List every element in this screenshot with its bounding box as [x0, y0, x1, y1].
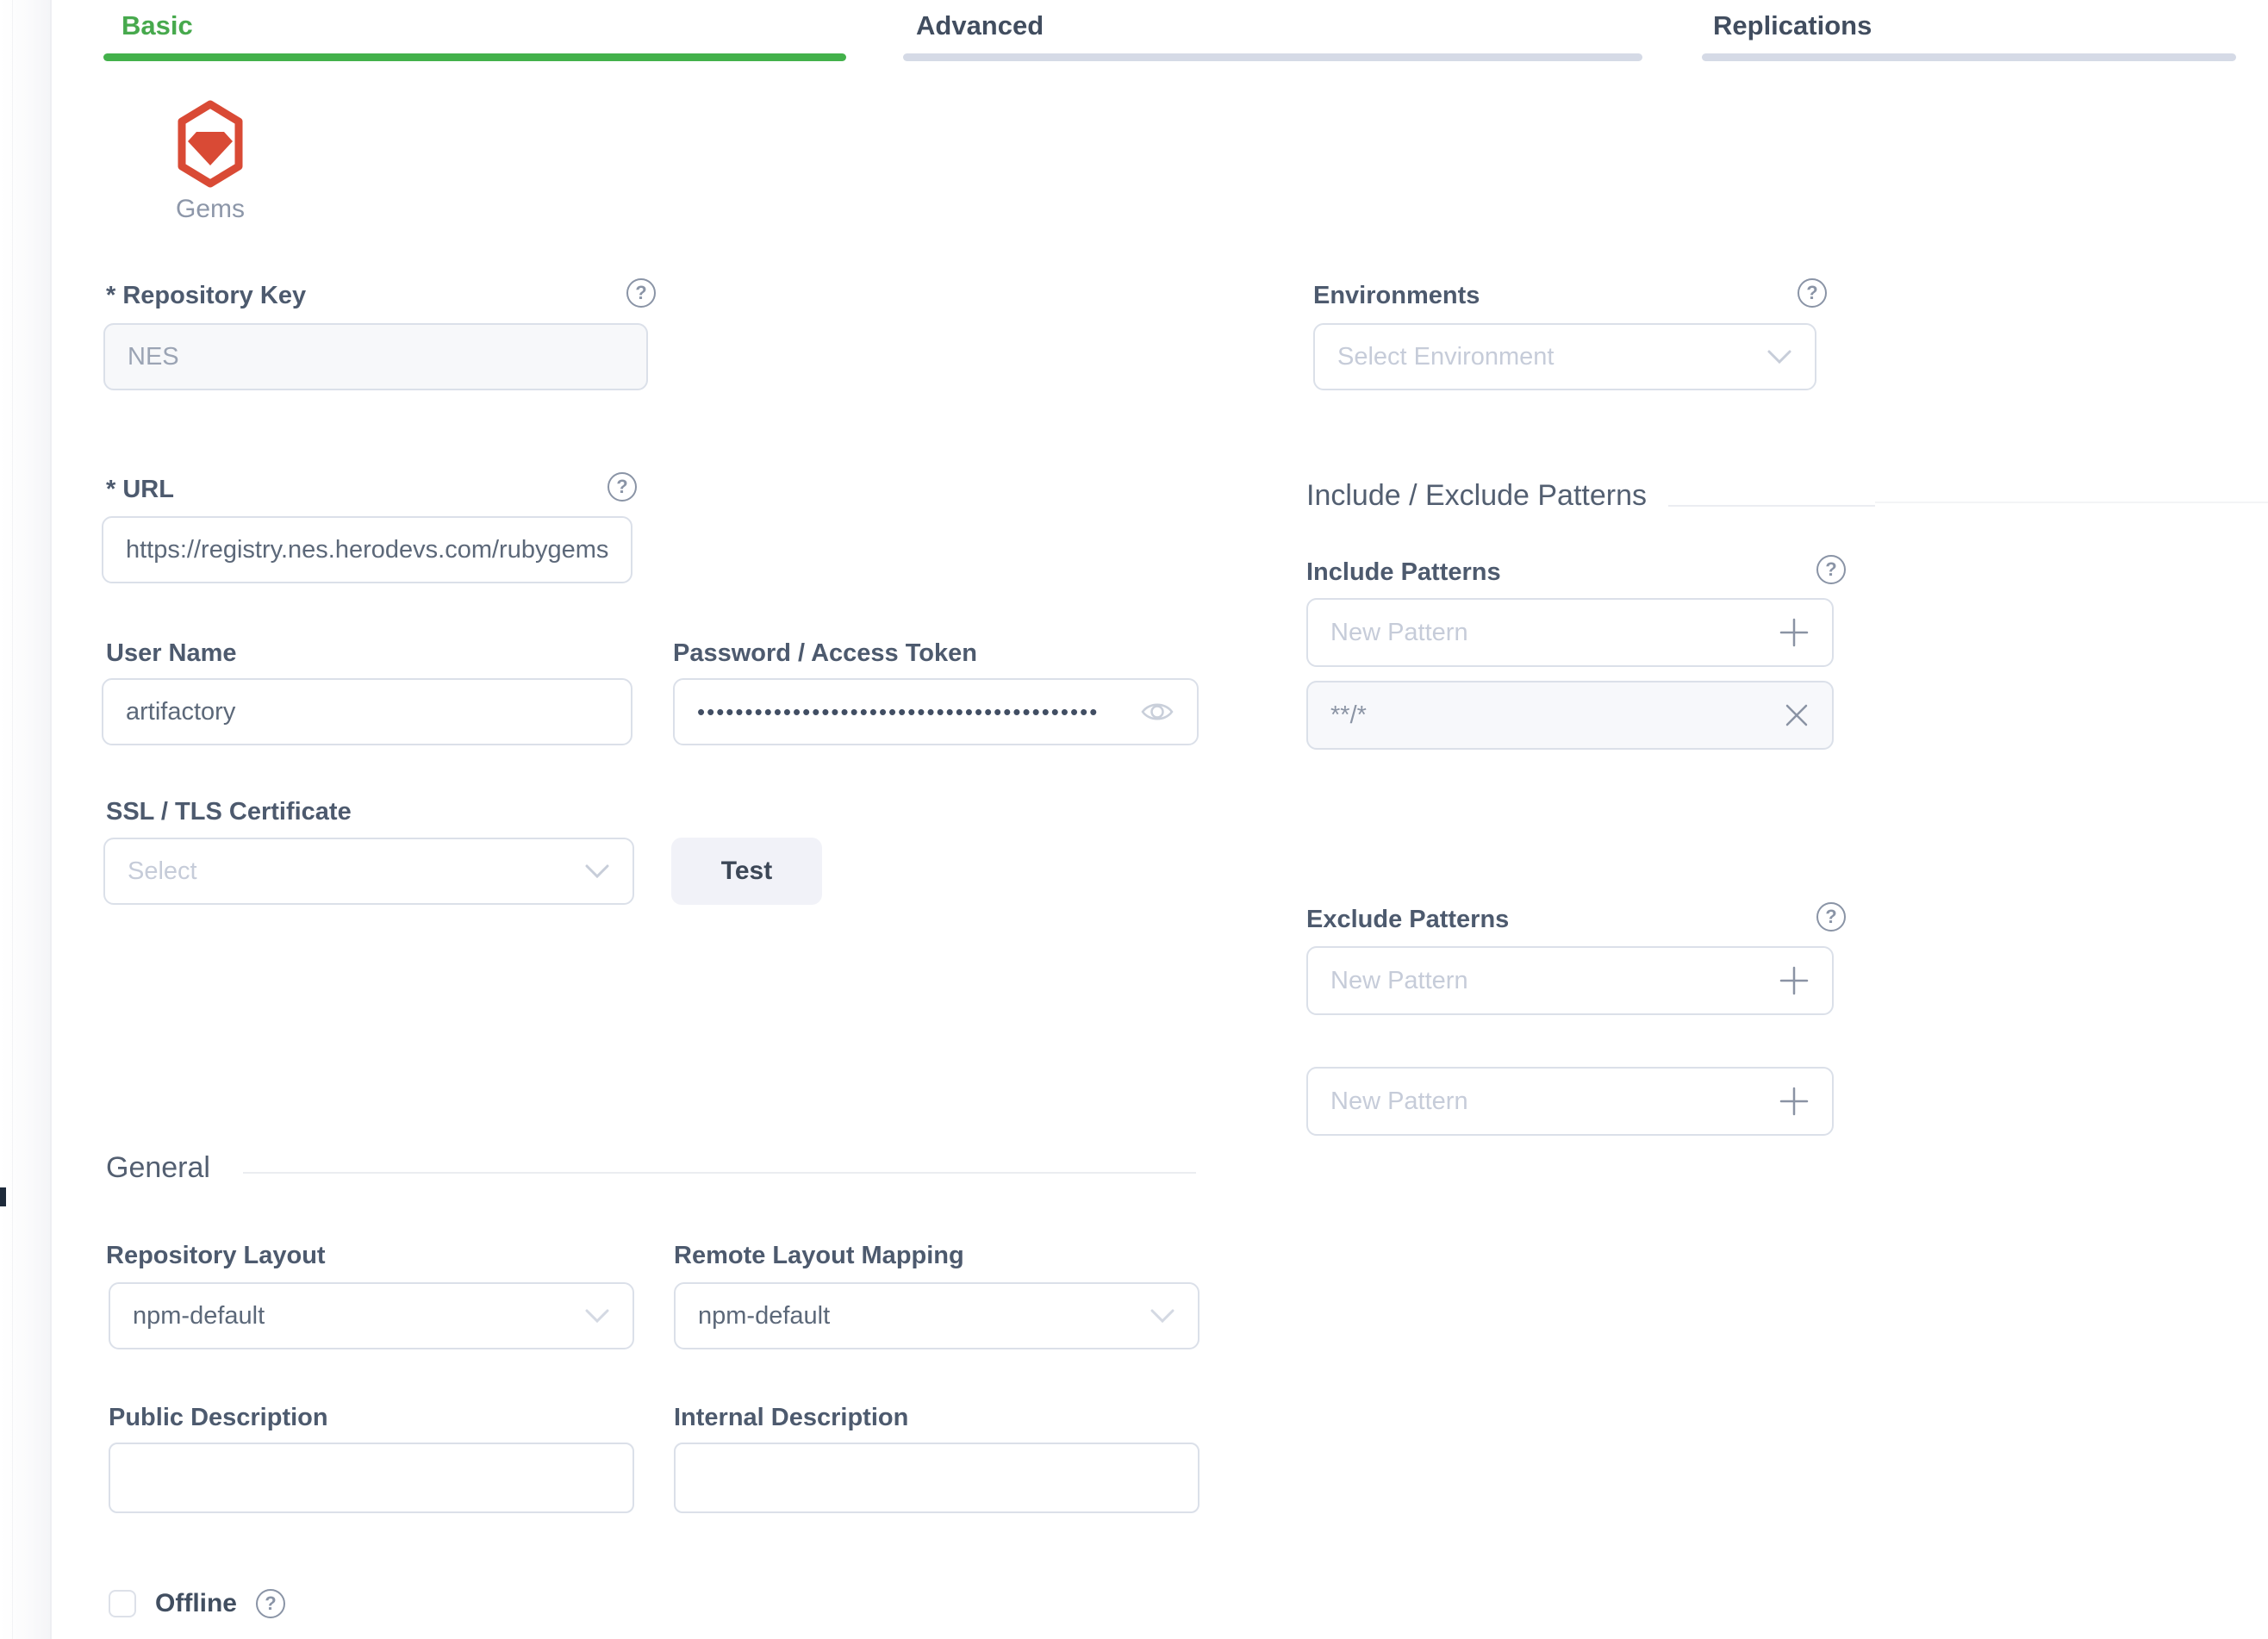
section-divider [1875, 502, 2268, 503]
chevron-down-icon [1150, 1302, 1175, 1331]
include-pattern-input[interactable] [1330, 619, 1779, 647]
remote-layout-mapping-select[interactable]: npm-default [674, 1282, 1199, 1349]
offline-row: Offline ? [109, 1589, 285, 1618]
tab-advanced[interactable]: Advanced [916, 10, 1044, 41]
password-field-box[interactable]: ••••••••••••••••••••••••••••••••••••••••… [673, 678, 1199, 745]
test-button[interactable]: Test [671, 838, 822, 905]
exclude-patterns-help-icon[interactable]: ? [1816, 902, 1846, 932]
environments-help-icon[interactable]: ? [1798, 278, 1827, 308]
tab-replications-underline[interactable] [1702, 53, 2236, 61]
internal-description-label: Internal Description [674, 1404, 908, 1432]
chevron-down-icon [584, 857, 610, 886]
include-pattern-row [1306, 681, 1834, 750]
exclude-pattern-new-row [1306, 946, 1834, 1015]
ssl-certificate-label: SSL / TLS Certificate [106, 798, 352, 826]
password-masked-value[interactable]: ••••••••••••••••••••••••••••••••••••••••… [697, 699, 1140, 726]
user-name-input[interactable] [126, 698, 608, 726]
repository-key-label: * Repository Key [106, 282, 306, 310]
public-description-label: Public Description [109, 1404, 328, 1432]
tab-replications[interactable]: Replications [1713, 10, 1872, 41]
url-field-box [102, 516, 632, 583]
drawer-edge-line [50, 0, 52, 1639]
include-exclude-patterns-header: Include / Exclude Patterns [1306, 479, 1647, 513]
exclude-pattern-input[interactable] [1330, 967, 1779, 995]
chevron-down-icon [1766, 343, 1792, 371]
include-patterns-help-icon[interactable]: ? [1816, 555, 1846, 584]
tab-basic[interactable]: Basic [122, 10, 193, 41]
remove-include-pattern-icon[interactable] [1784, 702, 1810, 728]
exclude-pattern-input-2[interactable] [1330, 1087, 1779, 1116]
repository-layout-label: Repository Layout [106, 1242, 326, 1270]
repository-key-input[interactable] [128, 343, 624, 371]
url-help-icon[interactable]: ? [608, 472, 637, 502]
url-input[interactable] [126, 536, 608, 564]
drawer-inner-line [12, 0, 13, 1639]
add-exclude-pattern-icon[interactable] [1779, 1086, 1810, 1117]
add-exclude-pattern-icon[interactable] [1779, 965, 1810, 996]
drawer-edge-shadow [0, 0, 50, 1639]
section-divider [243, 1172, 1196, 1174]
password-label: Password / Access Token [673, 639, 977, 668]
exclude-pattern-new-row-2 [1306, 1067, 1834, 1136]
environments-label: Environments [1313, 282, 1480, 310]
section-divider [1668, 505, 1875, 507]
repository-key-field-box [103, 323, 648, 390]
ssl-certificate-select[interactable]: Select [103, 838, 634, 905]
include-pattern-new-row [1306, 598, 1834, 667]
tab-advanced-underline[interactable] [903, 53, 1642, 61]
repository-layout-value: npm-default [133, 1302, 265, 1331]
ssl-certificate-placeholder: Select [128, 857, 197, 886]
offline-label: Offline [155, 1589, 237, 1618]
chevron-down-icon [584, 1302, 610, 1331]
exclude-patterns-label: Exclude Patterns [1306, 906, 1509, 934]
remote-layout-mapping-label: Remote Layout Mapping [674, 1242, 964, 1270]
add-include-pattern-icon[interactable] [1779, 617, 1810, 648]
offline-help-icon[interactable]: ? [256, 1589, 285, 1618]
environments-placeholder: Select Environment [1337, 343, 1554, 371]
package-type-label: Gems [150, 195, 271, 224]
gems-package-icon [176, 100, 245, 188]
repository-layout-select[interactable]: npm-default [109, 1282, 634, 1349]
repository-config-panel: Basic Advanced Replications Gems * Repos… [0, 0, 2268, 1639]
tab-basic-underline[interactable] [103, 53, 846, 61]
include-pattern-value[interactable] [1330, 701, 1784, 730]
offline-checkbox[interactable] [109, 1590, 136, 1617]
public-description-textarea[interactable] [109, 1443, 634, 1513]
url-label: * URL [106, 476, 174, 504]
internal-description-textarea[interactable] [674, 1443, 1199, 1513]
environments-select[interactable]: Select Environment [1313, 323, 1816, 390]
show-password-eye-icon[interactable] [1140, 699, 1174, 725]
repository-key-help-icon[interactable]: ? [626, 278, 656, 308]
remote-layout-mapping-value: npm-default [698, 1302, 830, 1331]
include-patterns-label: Include Patterns [1306, 558, 1501, 587]
user-name-field-box [102, 678, 632, 745]
user-name-label: User Name [106, 639, 237, 668]
background-page-fragment [0, 1187, 6, 1206]
general-section-header: General [106, 1151, 210, 1185]
gem-hexagon-icon [176, 100, 245, 188]
